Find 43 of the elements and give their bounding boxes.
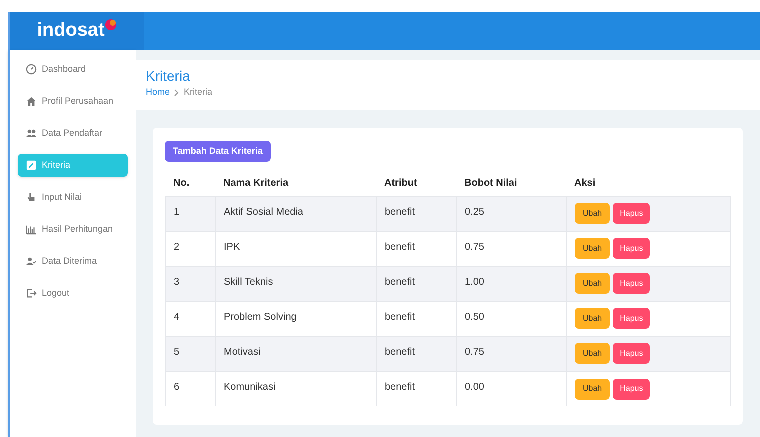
edit-button[interactable]: Ubah <box>575 203 610 224</box>
delete-button[interactable]: Hapus <box>613 238 650 260</box>
logo-dot-icon <box>104 19 117 31</box>
delete-button[interactable]: Hapus <box>613 343 650 364</box>
edit-button[interactable]: Ubah <box>575 378 610 400</box>
edit-button[interactable]: Ubah <box>575 308 610 330</box>
sidebar-item[interactable]: Hasil Perhitungan <box>18 218 128 241</box>
page-title: Kriteria <box>146 68 192 84</box>
edit-button[interactable]: Ubah <box>575 273 610 294</box>
home-icon <box>26 96 37 107</box>
user-check-icon <box>26 256 37 267</box>
logout-icon <box>26 288 37 299</box>
delete-button[interactable]: Hapus <box>613 203 650 224</box>
column-header: No. <box>166 170 216 196</box>
sidebar-item[interactable]: Data Diterima <box>18 250 128 273</box>
brand-logo-text: indosat <box>37 18 105 43</box>
chevron-icon <box>174 88 180 97</box>
column-header: Bobot Nilai <box>456 170 566 196</box>
sidebar-item[interactable]: Dashboard <box>18 58 128 81</box>
table-cell: Komunikasi <box>216 371 376 406</box>
sidebar-item[interactable]: Data Pendaftar <box>18 122 128 145</box>
hand-icon <box>26 192 37 203</box>
sidebar-item[interactable]: Profil Perusahaan <box>18 90 128 113</box>
gauge-icon <box>26 64 37 75</box>
delete-button[interactable]: Hapus <box>613 378 650 400</box>
column-header: Atribut <box>376 170 456 196</box>
column-header: Nama Kriteria <box>216 170 376 196</box>
edit-icon <box>26 160 37 171</box>
delete-button[interactable]: Hapus <box>613 273 650 294</box>
delete-button[interactable]: Hapus <box>613 308 650 330</box>
breadcrumb-current: Kriteria <box>184 86 213 99</box>
people-icon <box>26 128 37 139</box>
sidebar-item[interactable]: Logout <box>18 282 128 305</box>
bar-chart-icon <box>26 224 37 235</box>
column-header: Aksi <box>566 170 730 196</box>
edit-button[interactable]: Ubah <box>575 238 610 260</box>
table-cell: 6 <box>166 371 216 406</box>
breadcrumb-link[interactable]: Home <box>146 86 170 100</box>
sidebar-item[interactable]: Input Nilai <box>18 186 128 209</box>
add-button[interactable]: Tambah Data Kriteria <box>165 141 271 162</box>
table-cell: benefit <box>376 371 456 406</box>
table-cell: 0.00 <box>456 371 566 406</box>
edit-button[interactable]: Ubah <box>575 343 610 364</box>
